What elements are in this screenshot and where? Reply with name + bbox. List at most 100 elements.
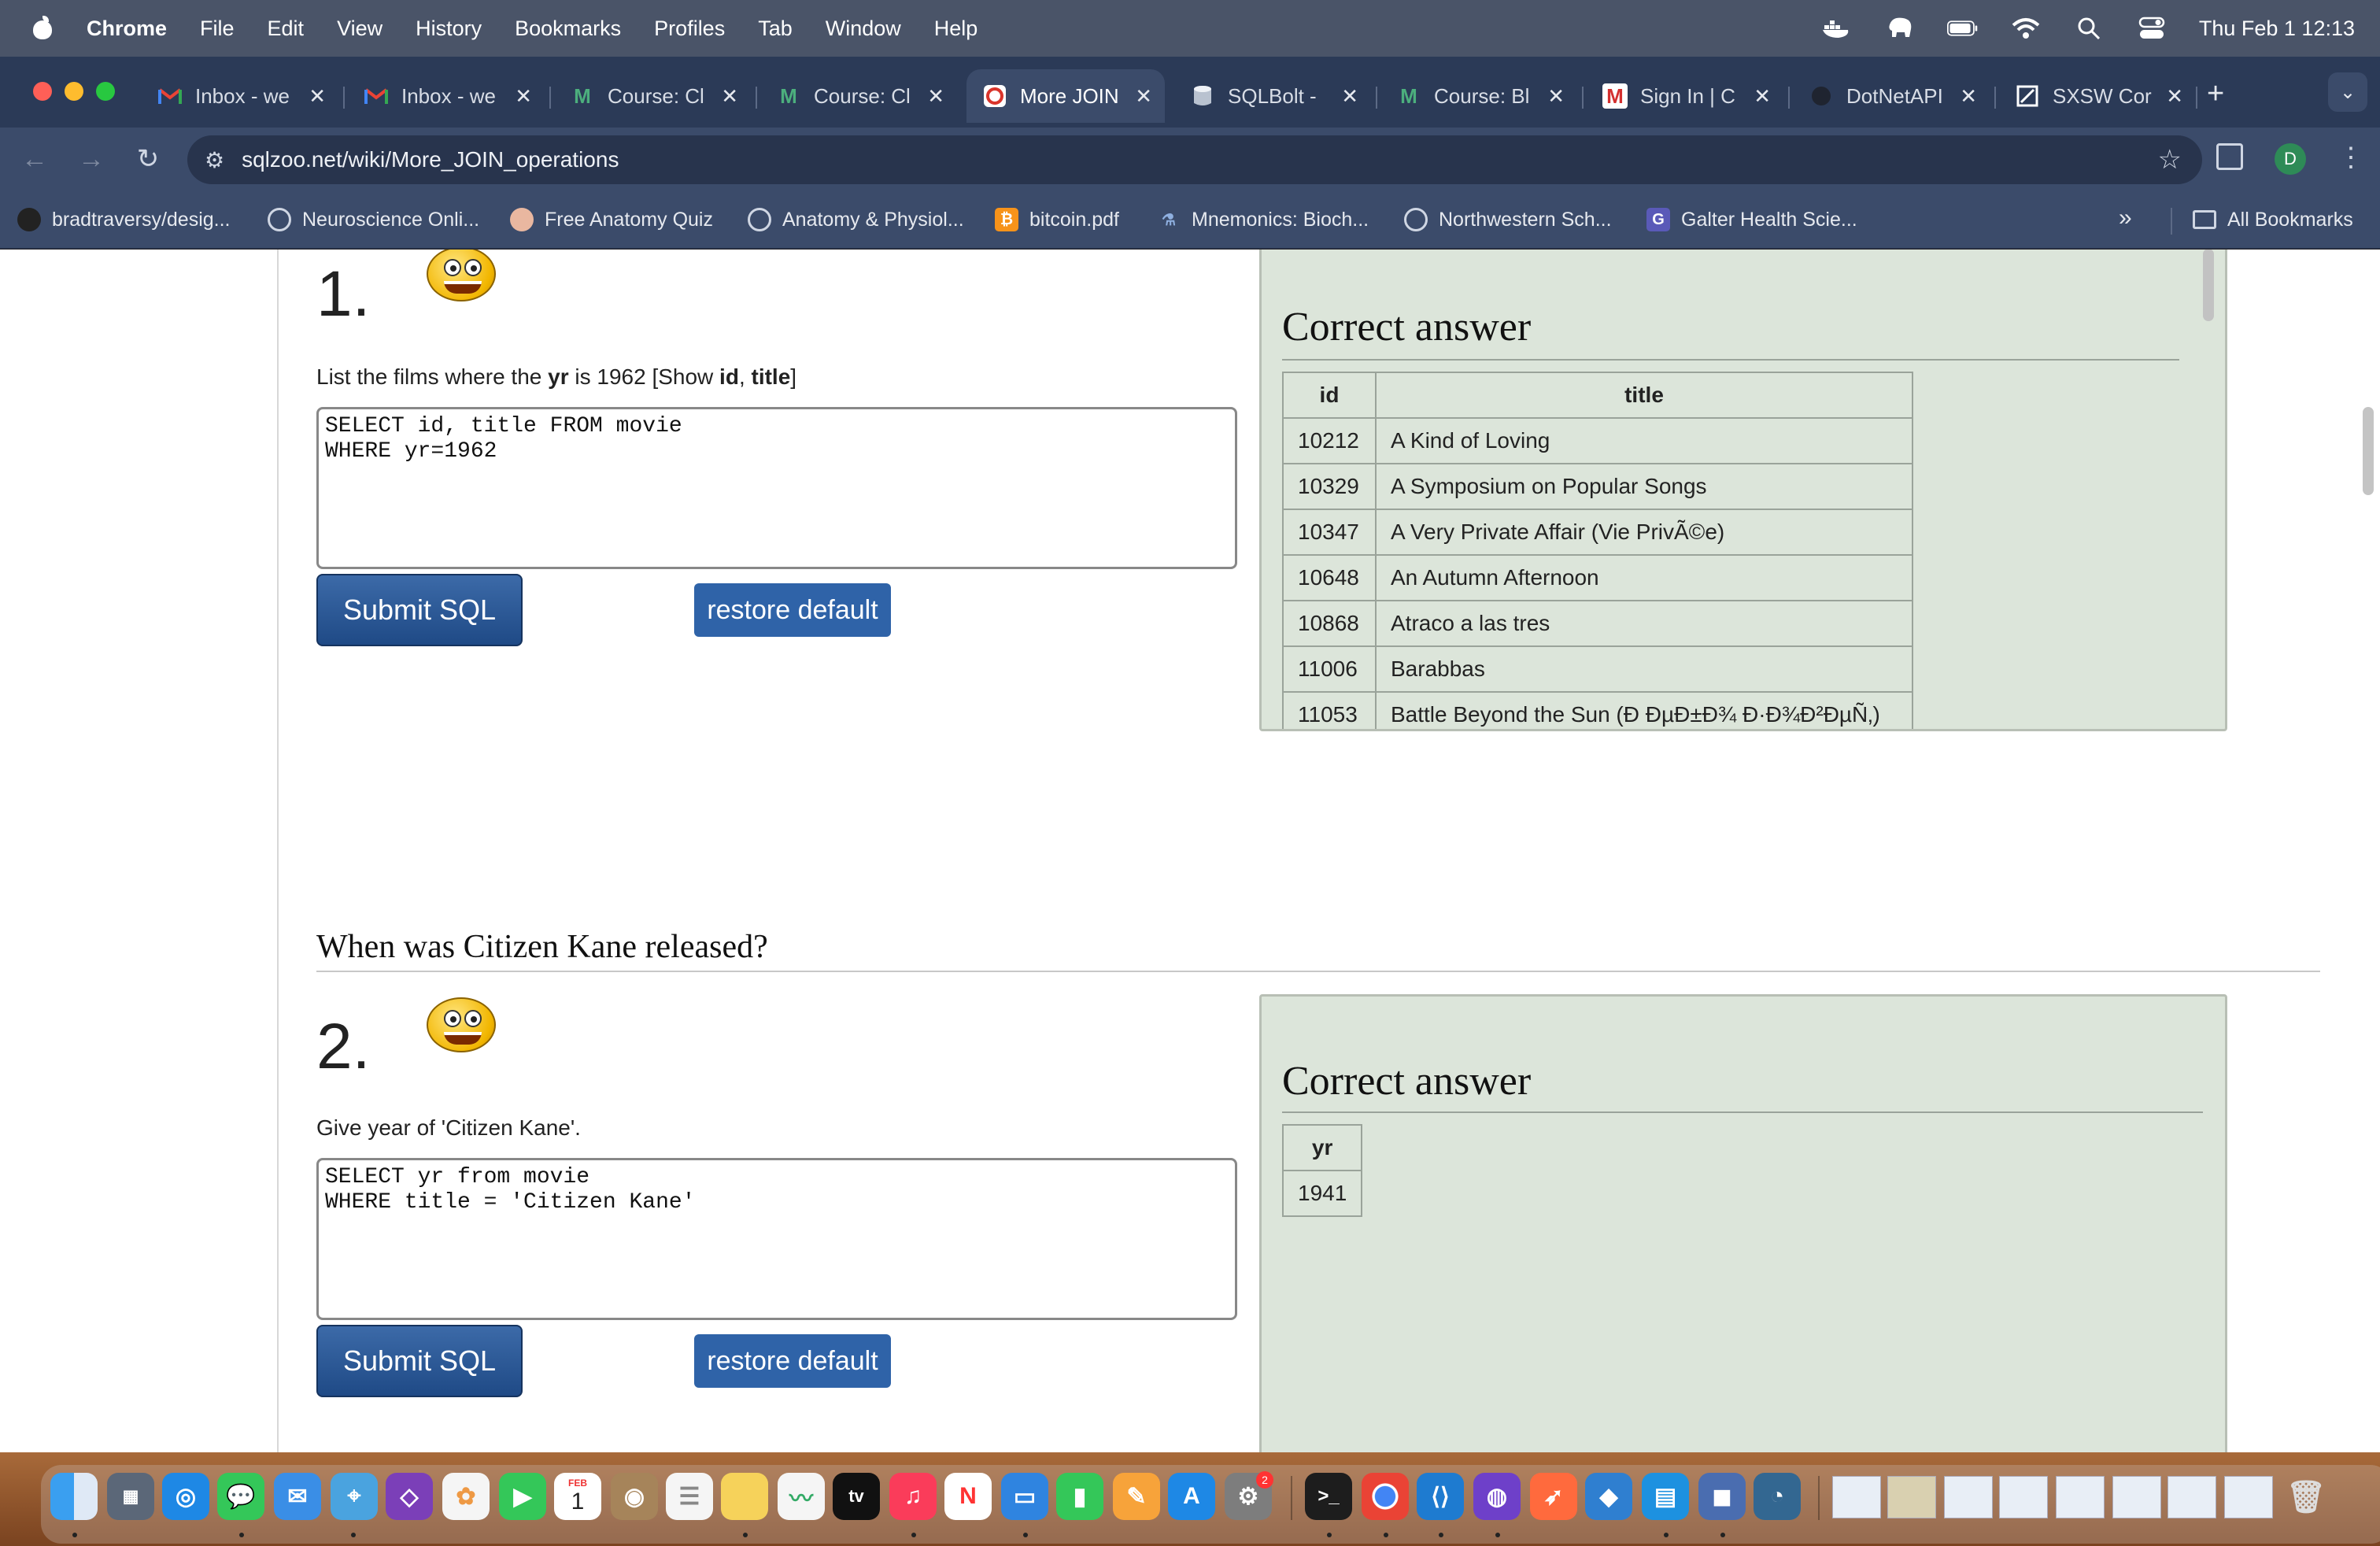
docker-icon[interactable]: ▤ — [1642, 1473, 1689, 1520]
visual-studio-icon[interactable]: ◇ — [386, 1473, 433, 1520]
elephant-status-icon[interactable] — [1884, 17, 1916, 40]
bookmark-item[interactable]: Free Anatomy Quiz — [510, 206, 713, 233]
spotlight-search-icon[interactable] — [2073, 17, 2105, 40]
url-text[interactable]: sqlzoo.net/wiki/More_JOIN_operations — [242, 147, 619, 172]
zoom-window-button[interactable] — [96, 82, 115, 101]
answer-panel-scrollbar[interactable] — [2203, 250, 2214, 321]
minimized-window-thumb[interactable] — [1887, 1476, 1936, 1518]
submit-sql-button[interactable]: Submit SQL — [316, 574, 523, 646]
postgres-icon[interactable]: ◔ — [1754, 1473, 1801, 1520]
tab-search-chevron-icon[interactable]: ⌄ — [2328, 72, 2367, 112]
menubar-clock[interactable]: Thu Feb 1 12:13 — [2199, 17, 2355, 41]
menu-profiles[interactable]: Profiles — [654, 17, 725, 41]
menu-file[interactable]: File — [200, 17, 235, 41]
restore-default-button[interactable]: restore default — [694, 1334, 891, 1388]
tab-close-icon[interactable]: ✕ — [927, 84, 944, 109]
control-center-icon[interactable] — [2136, 17, 2168, 40]
tab-sign-in[interactable]: M Sign In | C ✕ — [1587, 69, 1783, 123]
minimized-window-thumb[interactable] — [1999, 1476, 2048, 1518]
menu-app-name[interactable]: Chrome — [87, 17, 167, 41]
bookmark-item[interactable]: G Galter Health Scie... — [1646, 206, 1857, 233]
tab-close-icon[interactable]: ✕ — [1754, 84, 1771, 109]
menu-view[interactable]: View — [337, 17, 382, 41]
github-desktop-icon[interactable]: ◍ — [1473, 1473, 1521, 1520]
apple-tv-icon[interactable]: tv — [833, 1473, 880, 1520]
submit-sql-button[interactable]: Submit SQL — [316, 1325, 523, 1397]
music-icon[interactable]: ♫ — [889, 1473, 937, 1520]
all-bookmarks-button[interactable]: All Bookmarks — [2193, 206, 2353, 233]
bookmark-item[interactable]: Northwestern Sch... — [1404, 206, 1612, 233]
docker-status-icon[interactable] — [1821, 17, 1853, 40]
page-scrollbar[interactable] — [2363, 407, 2374, 495]
menu-history[interactable]: History — [416, 17, 482, 41]
menu-window[interactable]: Window — [826, 17, 901, 41]
tab-more-join-active[interactable]: More JOIN ✕ — [966, 69, 1165, 123]
contacts-icon[interactable]: ◉ — [611, 1473, 658, 1520]
facetime-icon[interactable]: ▶ — [499, 1473, 546, 1520]
bookmark-item[interactable]: ₿ bitcoin.pdf — [995, 206, 1119, 233]
notes-icon[interactable] — [721, 1473, 768, 1520]
tab-course-2[interactable]: M Course: Cl ✕ — [760, 69, 957, 123]
site-info-icon[interactable]: ⚙ — [205, 147, 224, 173]
forward-arrow-icon[interactable]: → — [76, 143, 107, 175]
tableplus-icon[interactable]: ◼ — [1698, 1473, 1746, 1520]
tab-close-icon[interactable]: ✕ — [2166, 84, 2183, 109]
minimized-window-thumb[interactable] — [2112, 1476, 2161, 1518]
tab-course-3[interactable]: M Course: Bl ✕ — [1380, 69, 1577, 123]
tab-close-icon[interactable]: ✕ — [309, 84, 326, 109]
tab-close-icon[interactable]: ✕ — [1135, 84, 1152, 109]
menu-tab[interactable]: Tab — [758, 17, 793, 41]
bookmark-star-icon[interactable]: ☆ — [2158, 144, 2182, 176]
bookmark-item[interactable]: Anatomy & Physiol... — [748, 206, 964, 233]
tab-inbox-2[interactable]: Inbox - we ✕ — [348, 69, 545, 123]
tab-close-icon[interactable]: ✕ — [515, 84, 532, 109]
tab-sxsw[interactable]: SXSW Cor ✕ — [1999, 69, 2196, 123]
terminal-icon[interactable]: >_ — [1305, 1473, 1352, 1520]
tab-close-icon[interactable]: ✕ — [721, 84, 738, 109]
restore-default-button[interactable]: restore default — [694, 583, 891, 637]
profile-avatar[interactable]: D — [2275, 143, 2306, 175]
calendar-icon[interactable]: FEB 1 — [554, 1473, 601, 1520]
chrome-menu-icon[interactable]: ⋮ — [2338, 142, 2364, 173]
tab-course-1[interactable]: M Course: Cl ✕ — [554, 69, 751, 123]
safari-icon[interactable]: ◎ — [162, 1473, 209, 1520]
bookmark-item[interactable]: Neuroscience Onli... — [268, 206, 479, 233]
sql-editor[interactable]: SELECT yr from movie WHERE title = 'Citi… — [316, 1158, 1237, 1320]
photos-icon[interactable]: ✿ — [442, 1473, 490, 1520]
keynote-icon[interactable]: ▭ — [1001, 1473, 1048, 1520]
minimized-window-thumb[interactable] — [1944, 1476, 1993, 1518]
trash-icon[interactable]: 🗑 — [2282, 1473, 2330, 1520]
menu-bookmarks[interactable]: Bookmarks — [515, 17, 621, 41]
vscode-icon[interactable]: ⟨⟩ — [1417, 1473, 1464, 1520]
bookmarks-overflow-icon[interactable]: » — [2119, 205, 2132, 231]
pages-icon[interactable]: ✎ — [1113, 1473, 1160, 1520]
minimized-window-thumb[interactable] — [2224, 1476, 2273, 1518]
minimized-window-thumb[interactable] — [1832, 1476, 1881, 1518]
chrome-icon[interactable] — [1362, 1473, 1409, 1520]
reload-icon[interactable]: ↻ — [132, 143, 164, 175]
tab-sqlbolt[interactable]: SQLBolt - ✕ — [1174, 69, 1371, 123]
apple-menu-icon[interactable] — [31, 16, 54, 41]
minimized-window-thumb[interactable] — [2056, 1476, 2105, 1518]
compass-icon[interactable]: ◆ — [1585, 1473, 1632, 1520]
menu-help[interactable]: Help — [934, 17, 978, 41]
news-icon[interactable]: N — [944, 1473, 992, 1520]
launchpad-icon[interactable]: ▦ — [107, 1473, 154, 1520]
sql-editor[interactable]: SELECT id, title FROM movie WHERE yr=196… — [316, 407, 1237, 569]
minimize-window-button[interactable] — [65, 82, 83, 101]
menu-edit[interactable]: Edit — [268, 17, 305, 41]
close-window-button[interactable] — [33, 82, 52, 101]
side-panel-icon[interactable] — [2216, 143, 2243, 170]
tab-close-icon[interactable]: ✕ — [1547, 84, 1565, 109]
back-arrow-icon[interactable]: ← — [19, 143, 50, 175]
mail-icon[interactable]: ✉ — [274, 1473, 321, 1520]
battery-icon[interactable] — [1946, 17, 1979, 40]
freeform-icon[interactable]: 〰 — [778, 1473, 825, 1520]
tab-close-icon[interactable]: ✕ — [1960, 84, 1977, 109]
finder-icon[interactable] — [50, 1473, 98, 1520]
postman-icon[interactable]: ➶ — [1530, 1473, 1577, 1520]
bookmark-item[interactable]: bradtraversy/desig... — [17, 206, 231, 233]
new-tab-plus-icon[interactable]: + — [2207, 77, 2224, 111]
app-store-icon[interactable]: A — [1168, 1473, 1215, 1520]
tab-inbox-1[interactable]: Inbox - we ✕ — [142, 69, 338, 123]
